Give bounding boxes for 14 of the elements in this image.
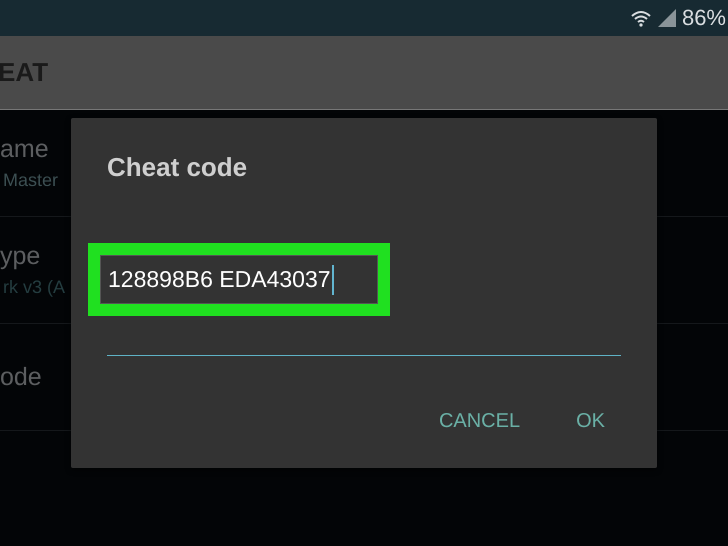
setting-label: ame xyxy=(0,135,49,164)
field-value: 128898B6 EDA43037 xyxy=(108,266,331,293)
signal-icon xyxy=(658,9,676,27)
input-field[interactable]: 128898B6 EDA43037 xyxy=(100,255,378,304)
text-cursor xyxy=(332,264,334,294)
dialog-title: Cheat code xyxy=(107,152,248,182)
setting-value: Master xyxy=(2,170,58,191)
battery-percent: 86% xyxy=(682,5,726,31)
wifi-icon xyxy=(630,9,652,27)
setting-label: ode xyxy=(0,362,42,392)
setting-label: ype xyxy=(0,242,40,271)
dialog-button[interactable]: OK xyxy=(562,404,619,439)
setting-value: rk v3 (A xyxy=(2,277,66,298)
dialog-button[interactable]: CANCEL xyxy=(424,404,534,439)
